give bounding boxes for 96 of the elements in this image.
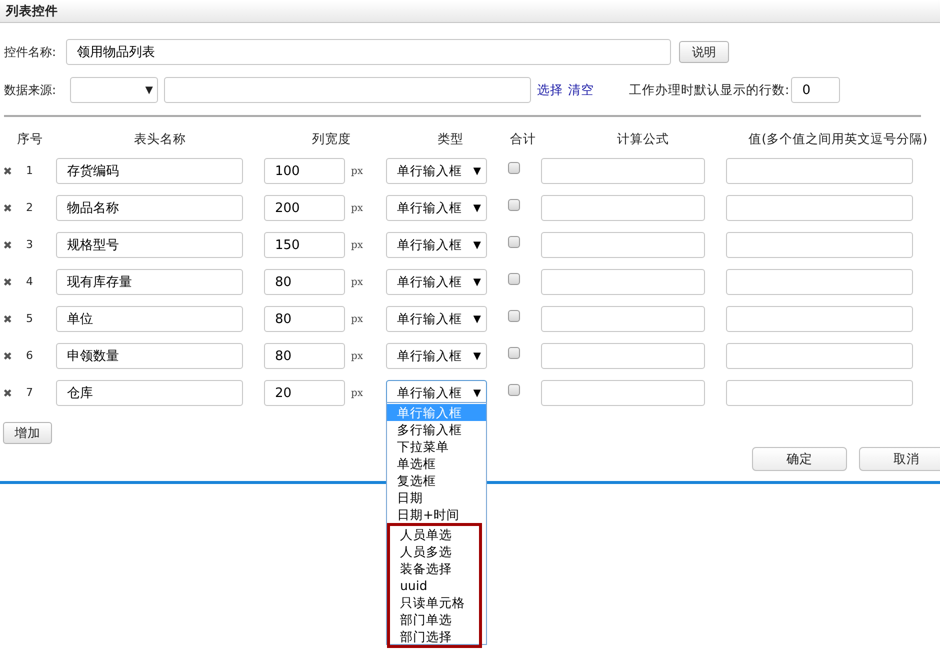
- row-number: 6: [26, 348, 34, 364]
- header-name-field[interactable]: 规格型号: [56, 232, 243, 258]
- remove-icon[interactable]: ✖: [3, 166, 13, 176]
- type-select[interactable]: 单行输入框 ▼: [386, 343, 487, 369]
- dropdown-option[interactable]: 多行输入框: [387, 421, 486, 438]
- dropdown-option[interactable]: 单选框: [387, 455, 486, 472]
- type-select[interactable]: 单行输入框 ▼: [386, 158, 487, 184]
- row-number: 2: [26, 200, 34, 216]
- dropdown-option[interactable]: 人员多选: [390, 543, 479, 560]
- dropdown-option[interactable]: 只读单元格: [390, 594, 479, 611]
- remove-icon[interactable]: ✖: [3, 240, 13, 250]
- column-header: 表头名称: [133, 130, 187, 148]
- sum-checkbox[interactable]: [508, 384, 520, 396]
- header-name-field[interactable]: 物品名称: [56, 195, 243, 221]
- remove-icon[interactable]: ✖: [3, 350, 13, 362]
- column-width-field[interactable]: 100: [264, 158, 345, 184]
- link[interactable]: 选择: [537, 80, 563, 100]
- header-name-field[interactable]: 现有库存量: [56, 269, 243, 295]
- add-button[interactable]: 增加: [3, 422, 52, 444]
- value-field[interactable]: [726, 343, 913, 369]
- column-header: 值(多个值之间用英文逗号分隔): [748, 130, 928, 148]
- dialog-button[interactable]: 取消: [859, 447, 940, 471]
- dialog-button[interactable]: 确定: [752, 447, 847, 471]
- value-field[interactable]: [726, 306, 913, 332]
- dropdown-option[interactable]: 复选框: [387, 472, 486, 489]
- column-header: 类型: [436, 130, 464, 148]
- field-label: 控件名称:: [4, 44, 58, 61]
- value-field[interactable]: [726, 269, 913, 295]
- link[interactable]: 清空: [568, 80, 594, 100]
- column-header: 合计: [509, 130, 537, 148]
- formula-field[interactable]: [541, 158, 705, 184]
- row-number: 5: [26, 310, 34, 327]
- column-width-field[interactable]: 150: [264, 232, 345, 258]
- remove-icon[interactable]: ✖: [3, 388, 13, 398]
- column-width-field[interactable]: 20: [264, 380, 345, 406]
- formula-field[interactable]: [541, 269, 705, 295]
- dropdown-option[interactable]: 日期+时间: [387, 506, 486, 523]
- value-field[interactable]: [726, 380, 913, 406]
- unit-label: px: [351, 350, 364, 364]
- header-name-field[interactable]: 存货编码: [56, 158, 243, 184]
- row-number: 1: [26, 162, 34, 179]
- sum-checkbox[interactable]: [508, 347, 520, 359]
- dropdown-option[interactable]: 日期: [387, 489, 486, 506]
- unit-label: px: [351, 386, 364, 400]
- remove-icon[interactable]: ✖: [3, 202, 13, 214]
- unit-label: px: [351, 202, 364, 216]
- dropdown-option[interactable]: 人员单选: [390, 526, 479, 543]
- value-field[interactable]: [726, 195, 913, 221]
- sum-checkbox[interactable]: [508, 162, 520, 174]
- column-header: 计算公式: [616, 130, 670, 148]
- formula-field[interactable]: [541, 380, 705, 406]
- formula-field[interactable]: [541, 306, 705, 332]
- row-number: 4: [26, 274, 34, 290]
- row-number: 7: [26, 384, 34, 401]
- remove-icon[interactable]: ✖: [3, 314, 13, 324]
- sum-checkbox[interactable]: [508, 199, 520, 211]
- rows-field[interactable]: 0: [791, 77, 840, 103]
- sum-checkbox[interactable]: [508, 310, 520, 322]
- formula-field[interactable]: [541, 232, 705, 258]
- unit-label: px: [351, 276, 364, 290]
- dropdown-option[interactable]: 装备选择: [390, 560, 479, 577]
- column-width-field[interactable]: 80: [264, 306, 345, 332]
- dropdown-option[interactable]: 下拉菜单: [387, 438, 486, 455]
- value-field[interactable]: [726, 158, 913, 184]
- source-select[interactable]: ▼: [70, 77, 158, 103]
- dropdown-option[interactable]: 部门单选: [390, 611, 479, 628]
- field-label: 数据来源:: [4, 82, 58, 99]
- column-header: 序号: [16, 130, 44, 148]
- window-title: 列表控件: [6, 2, 58, 20]
- sum-checkbox[interactable]: [508, 273, 520, 285]
- help-button[interactable]: 说明: [679, 41, 729, 63]
- formula-field[interactable]: [541, 195, 705, 221]
- dropdown-option[interactable]: 部门选择: [390, 628, 479, 645]
- sum-checkbox[interactable]: [508, 236, 520, 248]
- unit-label: px: [351, 312, 364, 326]
- type-select[interactable]: 单行输入框 ▼: [386, 195, 487, 221]
- unit-label: px: [351, 238, 364, 252]
- remove-icon[interactable]: ✖: [3, 276, 13, 288]
- column-header: 列宽度: [311, 130, 352, 148]
- row-number: 3: [26, 236, 34, 253]
- column-width-field[interactable]: 80: [264, 343, 345, 369]
- value-field[interactable]: [726, 232, 913, 258]
- column-width-field[interactable]: 80: [264, 269, 345, 295]
- source-field[interactable]: [164, 77, 531, 103]
- header-name-field[interactable]: 申领数量: [56, 343, 243, 369]
- type-select[interactable]: 单行输入框 ▼: [386, 306, 487, 332]
- formula-field[interactable]: [541, 343, 705, 369]
- header-name-field[interactable]: 单位: [56, 306, 243, 332]
- field-label: 工作办理时默认显示的行数:: [629, 80, 790, 99]
- type-select[interactable]: 单行输入框 ▼: [386, 269, 487, 295]
- header-name-field[interactable]: 仓库: [56, 380, 243, 406]
- name-field[interactable]: 领用物品列表: [66, 39, 671, 65]
- column-width-field[interactable]: 200: [264, 195, 345, 221]
- unit-label: px: [351, 164, 364, 178]
- type-select[interactable]: 单行输入框 ▼: [386, 232, 487, 258]
- dropdown-option[interactable]: uuid: [390, 577, 479, 594]
